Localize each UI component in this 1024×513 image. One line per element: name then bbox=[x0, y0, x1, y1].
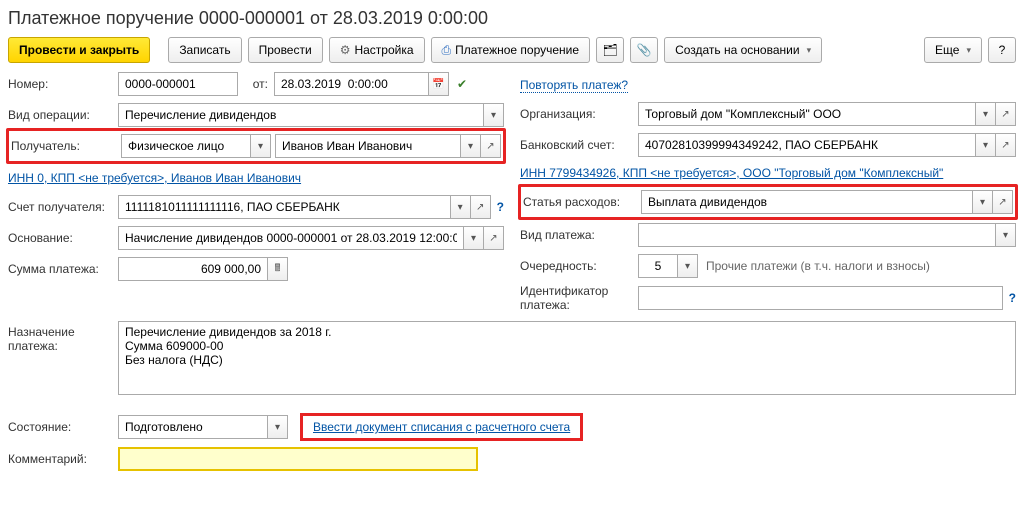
priority-note: Прочие платежи (в т.ч. налоги и взносы) bbox=[706, 259, 930, 273]
recipient-acct-help[interactable]: ? bbox=[497, 200, 504, 214]
repeat-payment-link[interactable]: Повторять платеж? bbox=[520, 78, 628, 93]
number-field[interactable] bbox=[118, 72, 238, 96]
status-field[interactable] bbox=[118, 415, 268, 439]
post-button[interactable]: Провести bbox=[248, 37, 323, 63]
bank-label: Банковский счет: bbox=[520, 138, 638, 152]
save-button[interactable]: Записать bbox=[168, 37, 241, 63]
date-field[interactable] bbox=[274, 72, 429, 96]
date-label: от: bbox=[238, 77, 274, 91]
more-button[interactable]: Еще bbox=[924, 37, 982, 63]
calendar-button[interactable]: 📅 bbox=[429, 72, 449, 96]
purpose-textarea[interactable]: Перечисление дивидендов за 2018 г. Сумма… bbox=[118, 321, 1016, 395]
recipient-label: Получатель: bbox=[11, 139, 121, 153]
basis-label: Основание: bbox=[8, 231, 118, 245]
paperclip-icon: 📎 bbox=[637, 44, 652, 56]
recipient-name-field[interactable] bbox=[275, 134, 461, 158]
print-label: Платежное поручение bbox=[455, 43, 579, 57]
recipient-name-dropdown[interactable]: ▾ bbox=[461, 134, 481, 158]
basis-dropdown[interactable]: ▾ bbox=[464, 226, 484, 250]
bank-field[interactable] bbox=[638, 133, 976, 157]
priority-label: Очередность: bbox=[520, 259, 638, 273]
print-button[interactable]: ⎙Платежное поручение bbox=[431, 37, 591, 63]
structure-icon: 🗂 bbox=[602, 44, 617, 56]
create-based-button[interactable]: Создать на основании bbox=[664, 37, 822, 63]
gear-icon: ⚙ bbox=[340, 44, 351, 56]
sum-calc-button[interactable]: 🖩 bbox=[268, 257, 288, 281]
ptype-field[interactable] bbox=[638, 223, 996, 247]
writeoff-link[interactable]: Ввести документ списания с расчетного сч… bbox=[313, 420, 570, 434]
recipient-highlight: Получатель: ▾ ▾ ↗ bbox=[6, 128, 506, 164]
recipient-acct-dropdown[interactable]: ▾ bbox=[451, 195, 471, 219]
expense-highlight: Статья расходов: ▾ ↗ bbox=[518, 184, 1018, 220]
calculator-icon: 🖩 bbox=[275, 261, 281, 278]
expense-open[interactable]: ↗ bbox=[993, 190, 1013, 214]
recipient-acct-field[interactable] bbox=[118, 195, 451, 219]
sum-field[interactable] bbox=[118, 257, 268, 281]
number-label: Номер: bbox=[8, 77, 118, 91]
pid-label: Идентификатор платежа: bbox=[520, 284, 638, 312]
priority-field[interactable] bbox=[638, 254, 678, 278]
printer-icon: ⎙ bbox=[442, 44, 452, 56]
recipient-acct-open[interactable]: ↗ bbox=[471, 195, 491, 219]
settings-label: Настройка bbox=[354, 43, 413, 57]
operation-dropdown[interactable]: ▾ bbox=[484, 103, 504, 127]
page-title: Платежное поручение 0000-000001 от 28.03… bbox=[8, 8, 1016, 29]
operation-label: Вид операции: bbox=[8, 108, 118, 122]
expense-label: Статья расходов: bbox=[523, 195, 641, 209]
help-button[interactable]: ? bbox=[988, 37, 1016, 63]
basis-open[interactable]: ↗ bbox=[484, 226, 504, 250]
help-icon: ? bbox=[999, 43, 1006, 57]
pid-field[interactable] bbox=[638, 286, 1003, 310]
comment-field[interactable] bbox=[118, 447, 478, 471]
basis-field[interactable] bbox=[118, 226, 464, 250]
expense-dropdown[interactable]: ▾ bbox=[973, 190, 993, 214]
bank-open[interactable]: ↗ bbox=[996, 133, 1016, 157]
calendar-icon: 📅 bbox=[432, 79, 444, 90]
sum-label: Сумма платежа: bbox=[8, 262, 118, 276]
expense-field[interactable] bbox=[641, 190, 973, 214]
posted-icon: ✔ bbox=[457, 78, 467, 90]
structure-button[interactable]: 🗂 bbox=[596, 37, 624, 63]
operation-field[interactable] bbox=[118, 103, 484, 127]
org-dropdown[interactable]: ▾ bbox=[976, 102, 996, 126]
recipient-type-dropdown[interactable]: ▾ bbox=[251, 134, 271, 158]
post-and-close-button[interactable]: Провести и закрыть bbox=[8, 37, 150, 63]
org-field[interactable] bbox=[638, 102, 976, 126]
recipient-inn-link[interactable]: ИНН 0, КПП <не требуется>, Иванов Иван И… bbox=[8, 171, 301, 185]
org-inn-link[interactable]: ИНН 7799434926, КПП <не требуется>, ООО … bbox=[520, 166, 943, 180]
org-label: Организация: bbox=[520, 107, 638, 121]
writeoff-highlight: Ввести документ списания с расчетного сч… bbox=[300, 413, 583, 441]
org-open[interactable]: ↗ bbox=[996, 102, 1016, 126]
ptype-dropdown[interactable]: ▾ bbox=[996, 223, 1016, 247]
settings-button[interactable]: ⚙Настройка bbox=[329, 37, 425, 63]
bank-dropdown[interactable]: ▾ bbox=[976, 133, 996, 157]
ptype-label: Вид платежа: bbox=[520, 228, 638, 242]
status-label: Состояние: bbox=[8, 420, 118, 434]
priority-dropdown[interactable]: ▾ bbox=[678, 254, 698, 278]
recipient-acct-label: Счет получателя: bbox=[8, 200, 118, 214]
attach-button[interactable]: 📎 bbox=[630, 37, 658, 63]
toolbar: Провести и закрыть Записать Провести ⚙На… bbox=[8, 37, 1016, 63]
recipient-type-field[interactable] bbox=[121, 134, 251, 158]
pid-help[interactable]: ? bbox=[1009, 291, 1016, 305]
comment-label: Комментарий: bbox=[8, 452, 118, 466]
purpose-label: Назначение платежа: bbox=[8, 321, 118, 353]
status-dropdown[interactable]: ▾ bbox=[268, 415, 288, 439]
recipient-name-open[interactable]: ↗ bbox=[481, 134, 501, 158]
